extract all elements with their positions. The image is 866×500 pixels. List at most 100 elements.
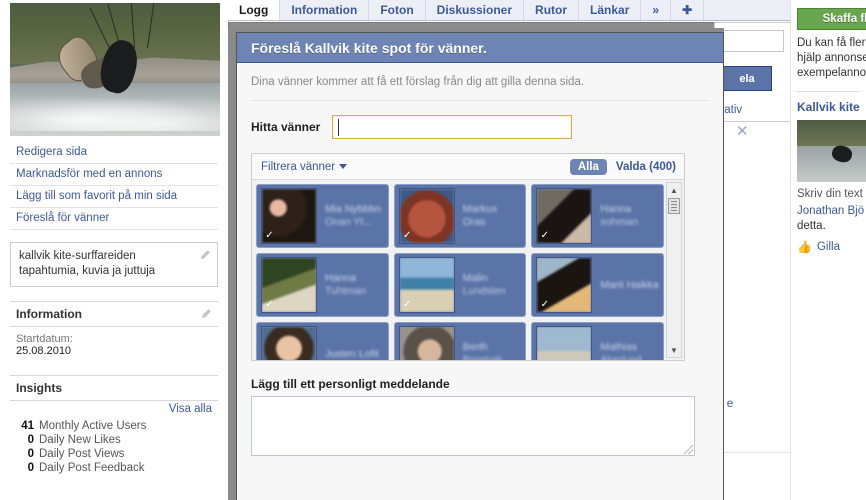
screen: Redigera sida Marknadsför med en annons … <box>0 0 866 500</box>
selected-checkmark-icon: ✓ <box>402 299 412 310</box>
filter-friends-label: Filtrera vänner <box>261 160 336 173</box>
friend-picker: Filtrera vänner Alla Valda (400) ✓ Mia N… <box>251 153 685 361</box>
personal-message-textarea[interactable] <box>251 396 695 456</box>
scroll-up-arrow-icon[interactable]: ▲ <box>667 183 681 197</box>
insights-section: Insights Visa alla 41 Monthly Active User… <box>10 375 218 475</box>
tab-rutor[interactable]: Rutor <box>524 0 580 20</box>
chevron-down-icon <box>339 163 348 169</box>
friend-name: Hanna sohman <box>592 203 637 229</box>
avatar: ✓ <box>261 188 317 244</box>
tab-label: Information <box>291 3 358 17</box>
friend-name: Hanna Tuhtman <box>317 272 366 298</box>
more-tabs-chevron-icon[interactable]: » <box>641 0 672 20</box>
tab-information[interactable]: Information <box>280 0 370 20</box>
tab-selected-friends[interactable]: Valda (400) <box>616 161 676 173</box>
friend-picker-toolbar: Filtrera vänner Alla Valda (400) <box>252 154 684 180</box>
story-photo-sky <box>797 120 866 147</box>
pencil-icon[interactable] <box>199 249 211 261</box>
avatar: ✓ <box>398 326 455 360</box>
friend-tile[interactable]: ✓ Markus Oras <box>393 184 527 248</box>
friend-name-line1: Mathias <box>600 341 638 353</box>
sidebar-link-label[interactable]: Redigera sida <box>16 146 87 158</box>
liker-name[interactable]: Jonathan Bjö <box>797 205 864 217</box>
insights-value: 0 <box>27 434 34 446</box>
tab-foton[interactable]: Foton <box>369 0 426 20</box>
insights-row: 0 Daily New Likes <box>10 433 218 447</box>
friend-tile[interactable]: ✓ Berth Brostrab <box>393 322 527 360</box>
friend-tiles-grid: ✓ Mia Nybbbn Onan Yt... ✓ Markus Oras ✓ … <box>256 184 664 360</box>
selected-checkmark-icon: ✓ <box>265 299 274 310</box>
close-icon[interactable]: ✕ <box>736 122 749 140</box>
story-photo[interactable] <box>797 120 866 182</box>
like-action[interactable]: 👍 Gilla <box>797 240 866 254</box>
sidebar-item-suggest-to-friends[interactable]: Föreslå för vänner <box>10 208 218 230</box>
friend-name-line1: Berth <box>462 341 488 353</box>
page-description-text: kallvik kite-surffareiden tapahtumia, ku… <box>19 250 156 277</box>
friend-name-line1: Hanna <box>325 272 356 284</box>
promo-button-label: Skaffa fl <box>822 13 866 25</box>
story-title: Kallvik kite <box>797 100 860 114</box>
information-title: Information <box>16 307 82 321</box>
scrollbar-thumb[interactable] <box>668 198 680 214</box>
insights-value: 0 <box>27 462 34 474</box>
insights-see-all[interactable]: Visa alla <box>10 401 218 419</box>
friend-name-line2: Onan Yt... <box>325 216 373 228</box>
sidebar-item-promote[interactable]: Marknadsför med en annons <box>10 164 218 186</box>
friend-tile[interactable]: ✓ Hanna Tuhtman <box>256 253 389 317</box>
sidebar-item-add-favorite[interactable]: Lägg till som favorit på min sida <box>10 186 218 208</box>
friend-tile[interactable]: ✓ Malin Lundsten <box>393 253 527 317</box>
friend-tile[interactable]: ✓ Mathias Akerlund <box>531 322 664 360</box>
page-admin-links: Redigera sida Marknadsför med en annons … <box>10 142 218 230</box>
friend-name-line1: Malin <box>462 272 488 284</box>
selected-checkmark-icon: ✓ <box>402 230 412 241</box>
tab-all-friends[interactable]: Alla <box>569 158 607 175</box>
background-share-button[interactable]: ela <box>722 66 772 91</box>
friend-tile[interactable]: ✓ Mia Nybbbn Onan Yt... <box>256 184 389 248</box>
promo-text: Du kan få fler med hjälp annonser! exemp… <box>797 37 866 79</box>
friend-picker-scrollbar[interactable]: ▲ ▼ <box>666 182 682 358</box>
avatar: ✓ <box>536 257 593 313</box>
comment-prompt[interactable]: Skriv din text <box>797 188 866 200</box>
avatar: ✓ <box>398 257 455 313</box>
insights-row: 0 Daily Post Views <box>10 447 218 461</box>
friend-name-line2: Tuhtman <box>325 285 367 297</box>
tab-diskussioner[interactable]: Diskussioner <box>426 0 525 20</box>
friend-name: Mia Nybbbn Onan Yt... <box>317 203 381 229</box>
friend-tile[interactable]: ✓ Justen Lofit <box>256 322 389 360</box>
liker-suffix: detta. <box>797 220 826 232</box>
page-profile-photo <box>10 3 220 136</box>
divider <box>797 91 860 92</box>
dialog-body: Dina vänner kommer att få ett förslag fr… <box>237 63 723 101</box>
filter-friends-dropdown[interactable]: Filtrera vänner <box>261 160 348 173</box>
friend-tile[interactable]: ✓ Marit Haikka <box>531 253 664 317</box>
sidebar-link-label[interactable]: Lägg till som favorit på min sida <box>16 190 177 202</box>
friend-name-line2: Lundsten <box>462 285 506 297</box>
water-spray <box>10 93 220 131</box>
add-tab-label: ✚ <box>682 3 693 17</box>
dialog-title: Föreslå Kallvik kite spot för vänner. <box>251 39 487 56</box>
find-friends-input[interactable] <box>332 115 573 139</box>
tab-logg[interactable]: Logg <box>228 0 281 20</box>
start-date-label: Startdatum: <box>16 333 73 345</box>
like-label[interactable]: Gilla <box>817 241 840 253</box>
friend-name-line2: sohman <box>600 216 638 228</box>
selected-checkmark-icon: ✓ <box>265 230 274 241</box>
liker-line: Jonathan Bjö detta. <box>797 204 866 234</box>
page-description-box: kallvik kite-surffareiden tapahtumia, ku… <box>10 242 218 287</box>
background-input[interactable] <box>722 30 784 52</box>
insights-header: Insights <box>10 376 218 401</box>
see-all-label[interactable]: Visa alla <box>169 403 212 415</box>
tab-all-label: Alla <box>577 160 599 173</box>
scroll-down-arrow-icon[interactable]: ▼ <box>667 343 681 357</box>
pencil-icon[interactable] <box>200 308 212 320</box>
add-tab-plus-icon[interactable]: ✚ <box>671 0 705 20</box>
sidebar-link-label[interactable]: Föreslå för vänner <box>16 212 109 224</box>
resize-grip-icon[interactable] <box>684 445 693 454</box>
tab-lankar[interactable]: Länkar <box>579 0 642 20</box>
get-more-fans-button[interactable]: Skaffa fl <box>797 8 866 30</box>
sidebar-link-label[interactable]: Marknadsför med en annons <box>16 168 162 180</box>
sidebar-item-edit-page[interactable]: Redigera sida <box>10 142 218 164</box>
promo-module: Skaffa fl Du kan få fler med hjälp annon… <box>797 8 866 81</box>
friend-tile[interactable]: ✓ Hanna sohman <box>531 184 664 248</box>
page-tabbar: Logg Information Foton Diskussioner Ruto… <box>228 0 790 21</box>
